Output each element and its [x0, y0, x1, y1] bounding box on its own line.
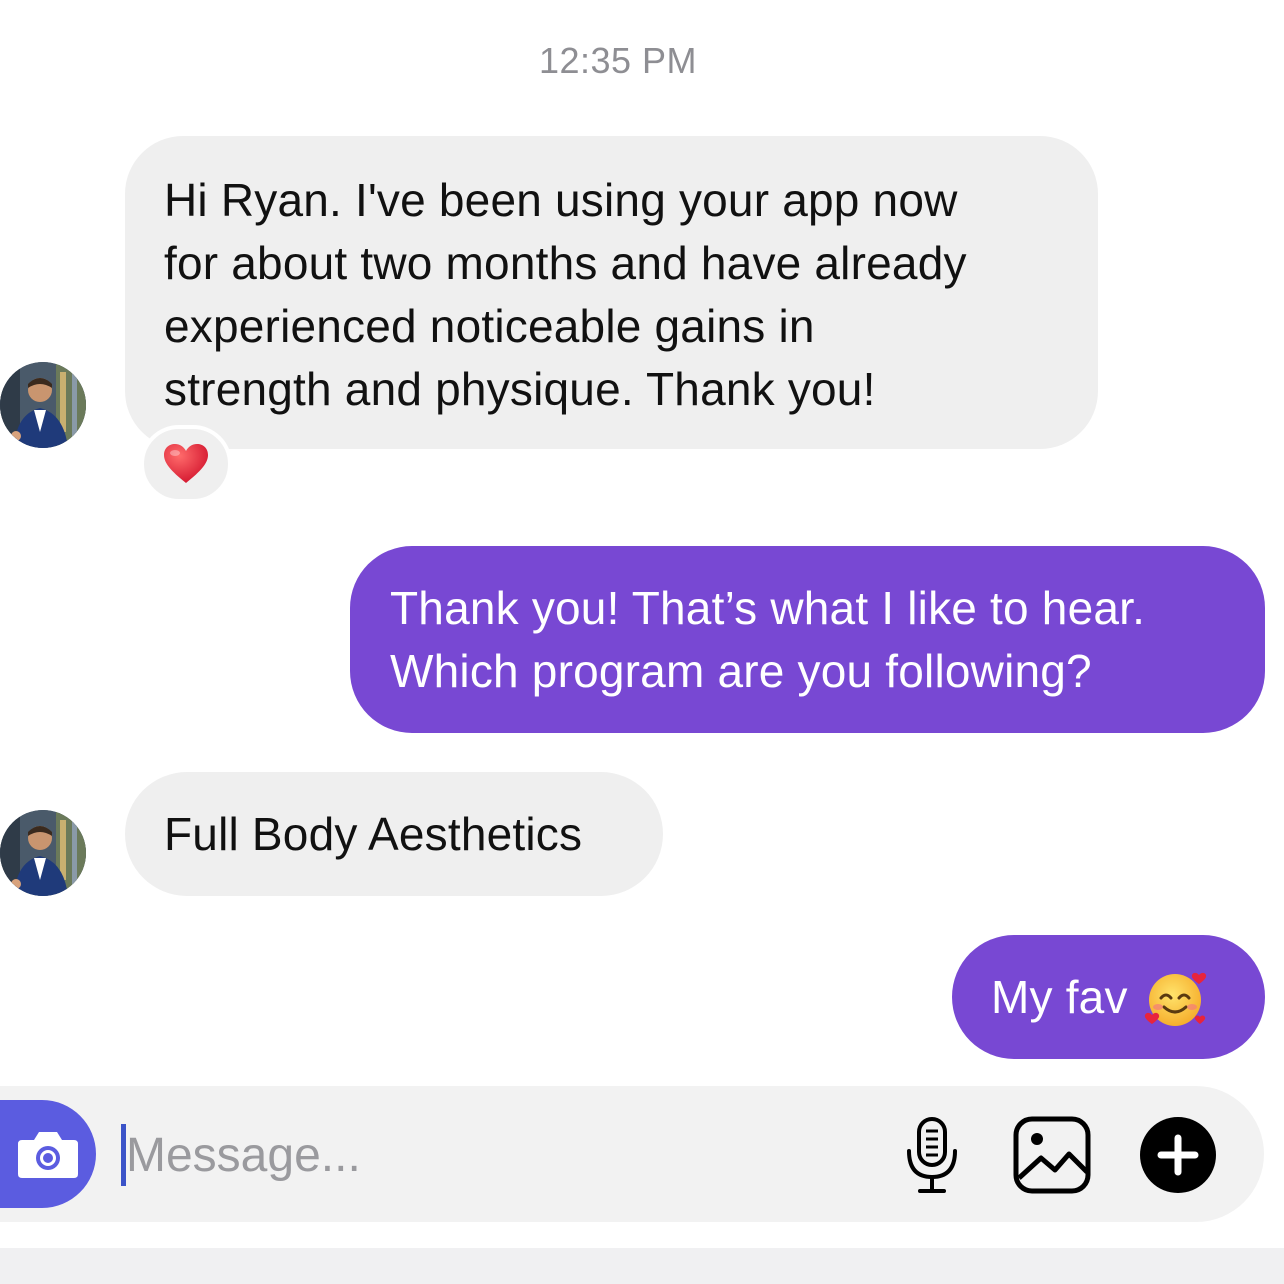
message-text-line: experienced noticeable gains in	[164, 300, 815, 352]
message-text-line: Full Body Aesthetics	[164, 808, 583, 860]
message-text-line: Hi Ryan. I've been using your app now	[164, 174, 958, 226]
sender-avatar[interactable]	[0, 362, 86, 448]
red-heart-icon	[164, 444, 208, 483]
chat-screen: 12:35 PM Hi Ryan. I've been using your a…	[0, 0, 1284, 1284]
message-text: My fav	[991, 971, 1128, 1023]
outgoing-message-bubble[interactable]: My fav	[952, 935, 1265, 1059]
message-text-line: Which program are you following?	[390, 645, 1092, 697]
plus-icon	[1140, 1117, 1216, 1193]
heart-reaction[interactable]	[140, 425, 232, 503]
message-timestamp: 12:35 PM	[538, 40, 698, 81]
incoming-message-bubble[interactable]: Hi Ryan. I've been using your app now fo…	[125, 136, 1098, 449]
message-content: My fav	[991, 966, 1265, 1029]
microphone-icon	[907, 1117, 957, 1193]
message-text-line: strength and physique. Thank you!	[164, 363, 876, 415]
outgoing-message-bubble[interactable]: Thank you! That’s what I like to hear. W…	[350, 546, 1265, 733]
message-input[interactable]	[126, 1122, 726, 1188]
more-actions-button[interactable]	[1138, 1115, 1218, 1195]
incoming-message-bubble[interactable]: Full Body Aesthetics	[125, 772, 663, 896]
avatar-photo	[0, 362, 86, 448]
gallery-icon	[1013, 1116, 1091, 1194]
avatar-photo	[0, 810, 86, 896]
voice-message-button[interactable]	[900, 1114, 964, 1196]
message-text-line: Thank you! That’s what I like to hear.	[390, 582, 1146, 634]
sender-avatar[interactable]	[0, 810, 86, 896]
camera-icon	[18, 1132, 78, 1178]
gallery-button[interactable]	[1012, 1115, 1092, 1195]
bottom-bar	[0, 1248, 1284, 1284]
message-text-line: for about two months and have already	[164, 237, 967, 289]
smiling-face-with-hearts-icon	[1144, 972, 1206, 1026]
